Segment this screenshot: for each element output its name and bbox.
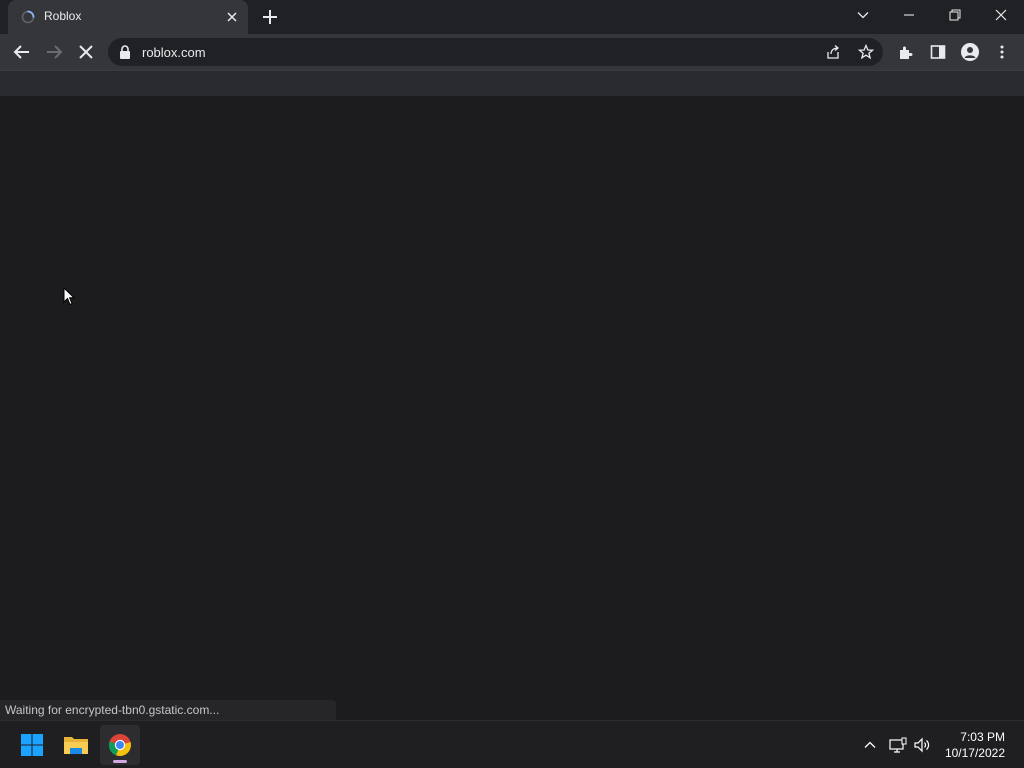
forward-arrow-icon xyxy=(47,45,63,59)
bookmark-button[interactable] xyxy=(857,43,875,61)
tab-strip: Roblox xyxy=(0,0,1024,34)
side-panel-icon xyxy=(930,45,946,59)
address-bar[interactable]: roblox.com xyxy=(108,38,883,66)
loading-spinner-icon xyxy=(21,10,35,24)
chrome-icon xyxy=(108,734,131,757)
taskbar: 7:03 PM 10/17/2022 xyxy=(0,720,1024,768)
extensions-icon xyxy=(900,46,913,59)
lock-icon[interactable] xyxy=(119,45,131,59)
more-menu-button[interactable] xyxy=(990,40,1014,64)
back-button[interactable] xyxy=(10,40,34,64)
url-text[interactable]: roblox.com xyxy=(142,45,206,60)
chevron-down-icon xyxy=(857,12,869,19)
extensions-button[interactable] xyxy=(894,40,918,64)
chevron-up-icon xyxy=(864,741,876,748)
stop-icon xyxy=(79,45,93,59)
status-bubble: Waiting for encrypted-tbn0.gstatic.com..… xyxy=(0,700,336,720)
show-hidden-icons-button[interactable] xyxy=(860,735,880,755)
restore-button[interactable] xyxy=(932,0,978,30)
start-button[interactable] xyxy=(12,725,52,765)
close-icon[interactable] xyxy=(224,9,240,25)
restore-icon xyxy=(949,9,961,21)
network-button[interactable] xyxy=(888,735,908,755)
page-top-strip xyxy=(0,70,1024,96)
volume-icon xyxy=(914,737,930,753)
active-app-indicator xyxy=(113,760,127,763)
close-window-button[interactable] xyxy=(978,0,1024,30)
share-button[interactable] xyxy=(824,43,842,61)
minimize-icon xyxy=(904,14,914,16)
mouse-cursor-icon xyxy=(63,287,75,306)
plus-icon[interactable] xyxy=(260,7,280,27)
clock-date: 10/17/2022 xyxy=(944,746,1005,760)
taskbar-file-explorer[interactable] xyxy=(56,725,96,765)
page-content xyxy=(0,96,1024,720)
taskbar-chrome[interactable] xyxy=(100,725,140,765)
clock-time: 7:03 PM xyxy=(960,730,1005,744)
clock[interactable]: 7:03 PM 10/17/2022 xyxy=(945,729,1005,761)
side-panel-button[interactable] xyxy=(926,40,950,64)
forward-button[interactable] xyxy=(42,40,66,64)
file-explorer-icon xyxy=(64,737,88,754)
windows-start-icon xyxy=(21,734,43,756)
share-icon xyxy=(827,45,840,59)
more-icon xyxy=(1000,45,1004,59)
profile-icon xyxy=(961,43,979,61)
network-icon xyxy=(889,737,907,753)
browser-toolbar: roblox.com xyxy=(0,34,1024,70)
stop-button[interactable] xyxy=(74,40,98,64)
tab-title: Roblox xyxy=(44,9,82,23)
tab-search-button[interactable] xyxy=(840,0,886,30)
minimize-button[interactable] xyxy=(886,0,932,30)
back-arrow-icon xyxy=(13,45,29,59)
close-icon xyxy=(995,9,1007,21)
volume-button[interactable] xyxy=(912,735,932,755)
star-icon xyxy=(858,44,874,60)
profile-button[interactable] xyxy=(958,40,982,64)
tab-roblox[interactable]: Roblox xyxy=(8,0,248,34)
